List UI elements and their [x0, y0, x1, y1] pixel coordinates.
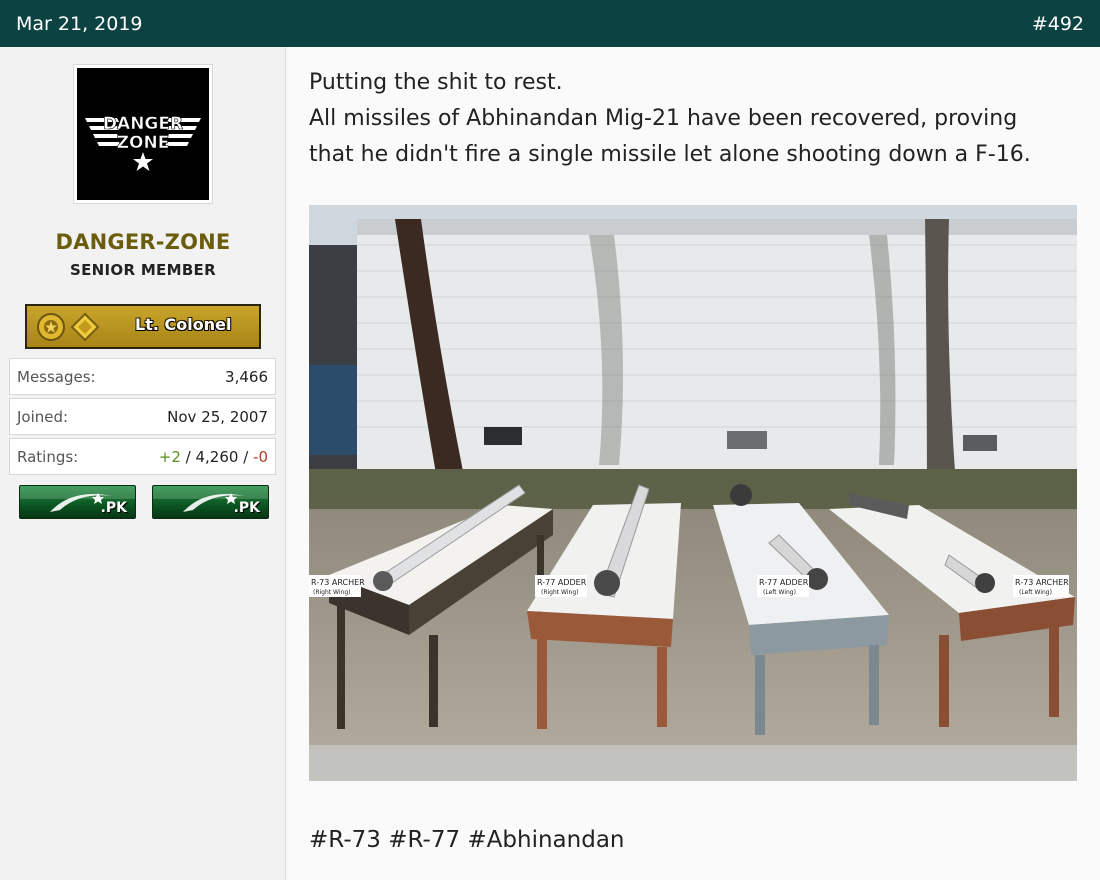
post-number-link[interactable]: #492: [1032, 13, 1084, 35]
pakistan-flag-badge-2: .PK: [152, 485, 269, 519]
danger-zone-logo-icon: DANGER ZONE: [77, 68, 209, 200]
svg-text:(Right Wing): (Right Wing): [541, 589, 578, 596]
svg-text:ZONE: ZONE: [117, 133, 170, 153]
post-body: Putting the shit to rest. All missiles o…: [309, 65, 1079, 173]
danger-zone-logo: DANGER ZONE: [77, 68, 209, 200]
missile-display-photo[interactable]: R-73 ARCHER (Right Wing) R-77 ADDER (Rig…: [309, 205, 1077, 781]
ratings-value: +2 / 4,260 / -0: [159, 448, 268, 466]
flag-label: .PK: [233, 500, 260, 516]
svg-text:R-77 ADDER: R-77 ADDER: [759, 578, 809, 587]
user-title: SENIOR MEMBER: [70, 261, 216, 279]
pakistan-flag-badge: .PK: [19, 485, 136, 519]
stat-ratings: Ratings: +2 / 4,260 / -0: [9, 438, 276, 475]
username[interactable]: DANGER-ZONE: [0, 230, 286, 254]
stat-joined: Joined: Nov 25, 2007: [9, 398, 276, 435]
post-hashtags: #R-73 #R-77 #Abhinandan: [309, 827, 625, 853]
messages-label: Messages:: [17, 367, 96, 386]
svg-text:R-73 ARCHER: R-73 ARCHER: [311, 578, 365, 587]
svg-text:R-73 ARCHER: R-73 ARCHER: [1015, 578, 1069, 587]
post-date-link[interactable]: Mar 21, 2019: [16, 13, 143, 35]
post-content: Putting the shit to rest. All missiles o…: [286, 47, 1100, 880]
rank-label: Lt. Colonel: [135, 315, 232, 334]
flag-label: .PK: [100, 500, 127, 516]
svg-text:(Left Wing): (Left Wing): [763, 589, 796, 596]
ratings-positive: +2: [158, 447, 181, 466]
post-line: Putting the shit to rest.: [309, 70, 563, 95]
missile-photo-image: R-73 ARCHER (Right Wing) R-77 ADDER (Rig…: [309, 205, 1077, 781]
post-line: that he didn't fire a single missile let…: [309, 142, 1031, 167]
svg-text:(Right Wing): (Right Wing): [313, 589, 350, 596]
joined-label: Joined:: [17, 407, 69, 426]
post-line: All missiles of Abhinandan Mig-21 have b…: [309, 106, 1018, 131]
rank-insignia-icon: [37, 312, 100, 342]
avatar[interactable]: DANGER ZONE: [73, 64, 213, 204]
stat-messages: Messages: 3,466: [9, 358, 276, 395]
svg-text:(Left Wing): (Left Wing): [1019, 589, 1052, 596]
ratings-negative: -0: [253, 447, 268, 466]
svg-text:DANGER: DANGER: [103, 114, 183, 134]
user-sidebar: DANGER ZONE DANGER-ZONE SENIOR MEMBER Lt…: [0, 47, 286, 880]
messages-value[interactable]: 3,466: [225, 368, 268, 386]
post-header: Mar 21, 2019 #492: [0, 0, 1100, 47]
ratings-label: Ratings:: [17, 447, 79, 466]
rank-badge: Lt. Colonel: [25, 304, 261, 349]
ratings-total: / 4,260 /: [180, 447, 254, 466]
joined-value: Nov 25, 2007: [167, 407, 268, 426]
svg-text:R-77 ADDER: R-77 ADDER: [537, 578, 587, 587]
